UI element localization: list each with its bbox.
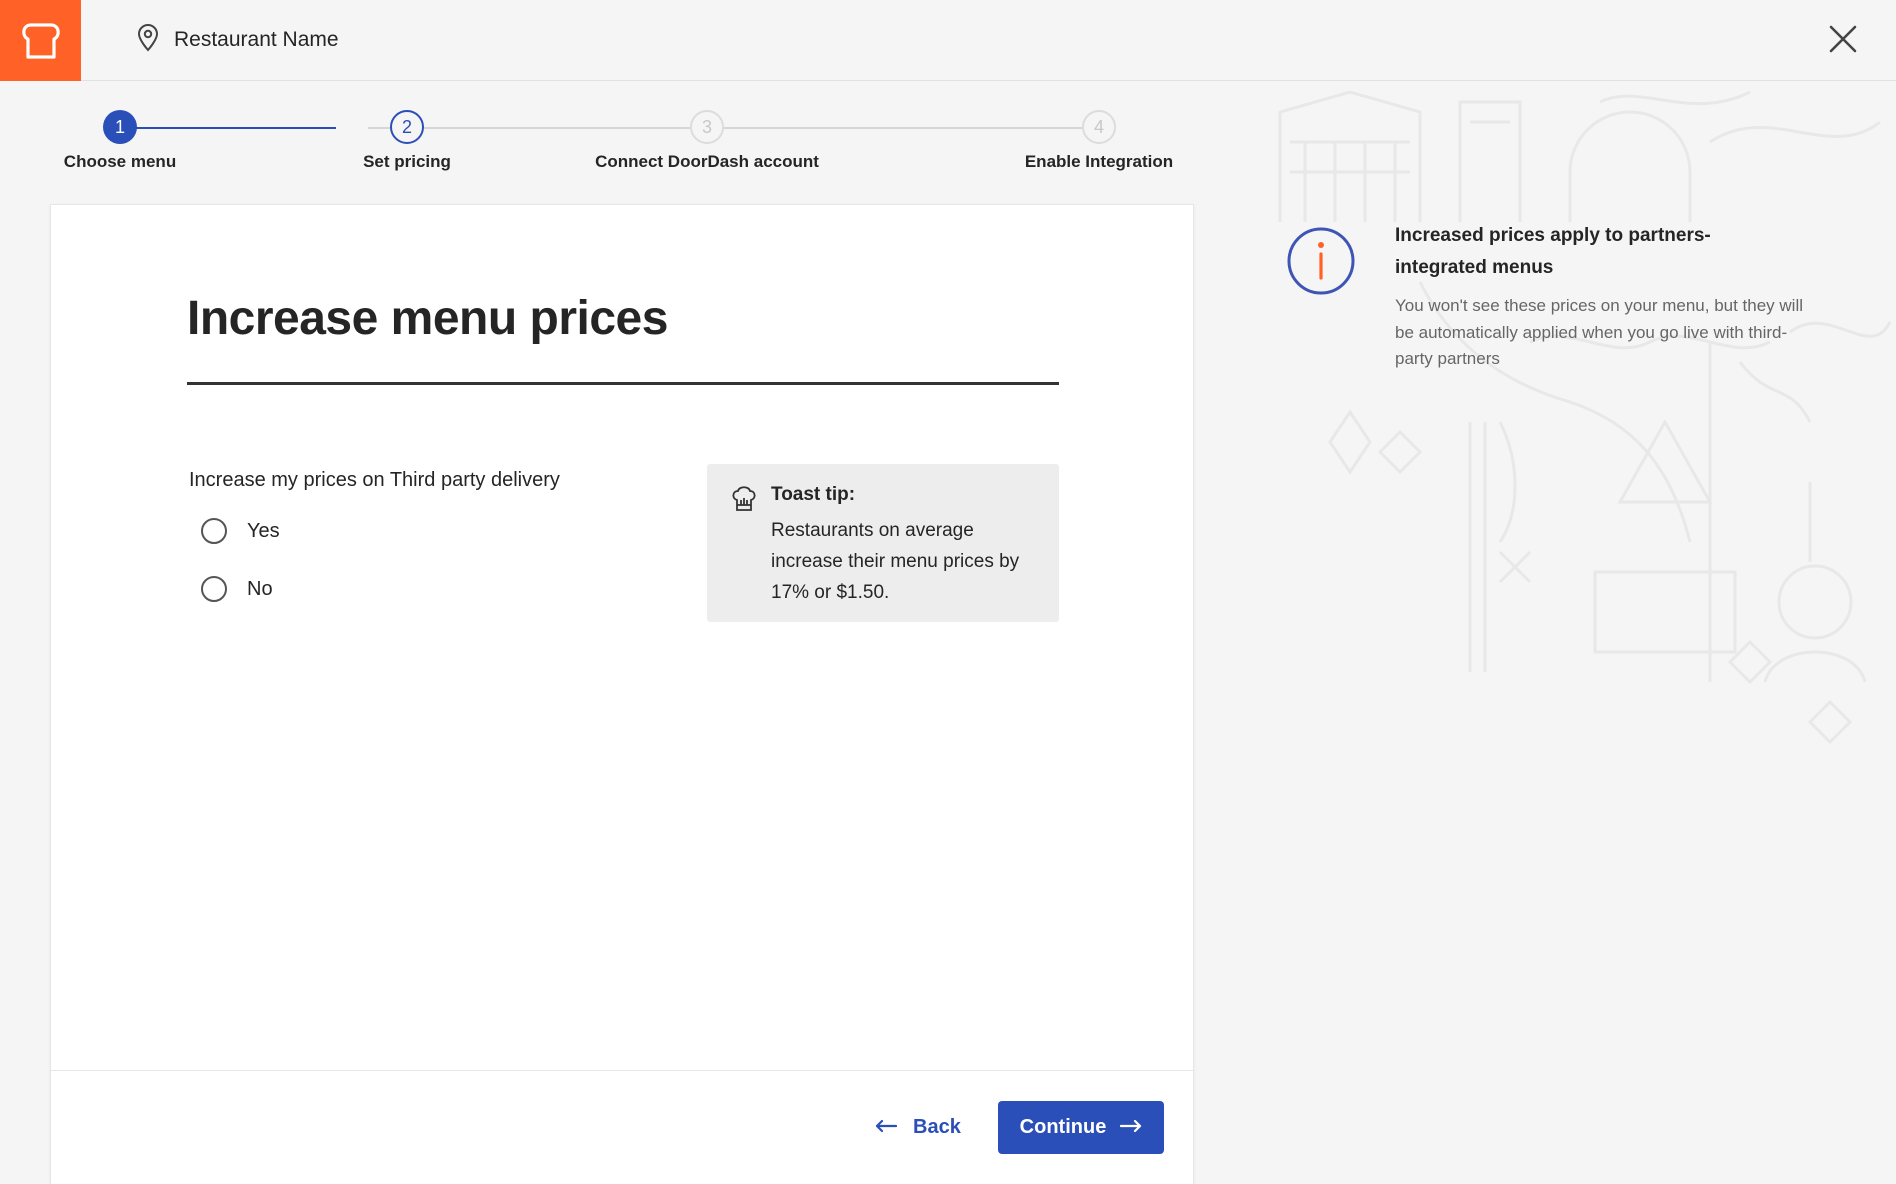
radio-label: Yes — [247, 519, 280, 542]
top-bar: Restaurant Name — [0, 0, 1896, 81]
info-icon — [1286, 226, 1356, 301]
radio-yes[interactable]: Yes — [201, 518, 280, 544]
info-title: Increased prices apply to partners-integ… — [1395, 225, 1711, 278]
toast-logo-icon[interactable] — [0, 0, 81, 81]
radio-label: No — [247, 577, 273, 600]
progress-stepper: 1 Choose menu 2 Set pricing 3 Connect Do… — [40, 110, 1190, 180]
tip-title: Toast tip: — [771, 484, 856, 505]
step-number: 2 — [390, 110, 424, 144]
back-button[interactable]: Back — [875, 1101, 961, 1153]
arrow-left-icon — [875, 1116, 898, 1139]
radio-button[interactable] — [201, 576, 227, 602]
page-title: Increase menu prices — [187, 292, 668, 345]
toast-tip-box: Toast tip: Restaurants on average increa… — [707, 464, 1059, 622]
step-set-pricing[interactable]: 2 Set pricing — [337, 110, 477, 172]
continue-label: Continue — [1019, 1116, 1107, 1138]
location-pin-icon — [136, 23, 160, 57]
pricing-card: Increase menu prices Increase my prices … — [50, 204, 1194, 1184]
step-number: 3 — [690, 110, 724, 144]
radio-no[interactable]: No — [201, 576, 273, 602]
close-icon — [1828, 24, 1858, 59]
continue-button[interactable]: Continue — [998, 1101, 1164, 1154]
step-number: 4 — [1082, 110, 1116, 144]
close-button[interactable] — [1822, 20, 1864, 62]
question-label: Increase my prices on Third party delive… — [189, 469, 560, 491]
step-choose-menu[interactable]: 1 Choose menu — [50, 110, 190, 172]
step-label: Choose menu — [63, 152, 177, 171]
arrow-right-icon — [1120, 1116, 1142, 1139]
step-connect-doordash[interactable]: 3 Connect DoorDash account — [582, 110, 832, 172]
step-enable-integration[interactable]: 4 Enable Integration — [999, 110, 1199, 172]
restaurant-name: Restaurant Name — [174, 28, 339, 51]
restaurant-selector[interactable]: Restaurant Name — [136, 22, 339, 58]
step-label: Connect DoorDash account — [595, 152, 819, 171]
step-number: 1 — [103, 110, 137, 144]
info-body: You won't see these prices on your menu,… — [1395, 296, 1804, 368]
back-label: Back — [913, 1115, 961, 1138]
title-divider — [187, 382, 1059, 385]
chef-hat-icon — [731, 484, 757, 517]
step-label: Set pricing — [363, 152, 451, 171]
radio-button[interactable] — [201, 518, 227, 544]
background-illustration — [1270, 82, 1896, 762]
card-footer: Back Continue — [51, 1070, 1193, 1184]
tip-body: Restaurants on average increase their me… — [771, 520, 1020, 603]
step-label: Enable Integration — [1024, 152, 1174, 171]
